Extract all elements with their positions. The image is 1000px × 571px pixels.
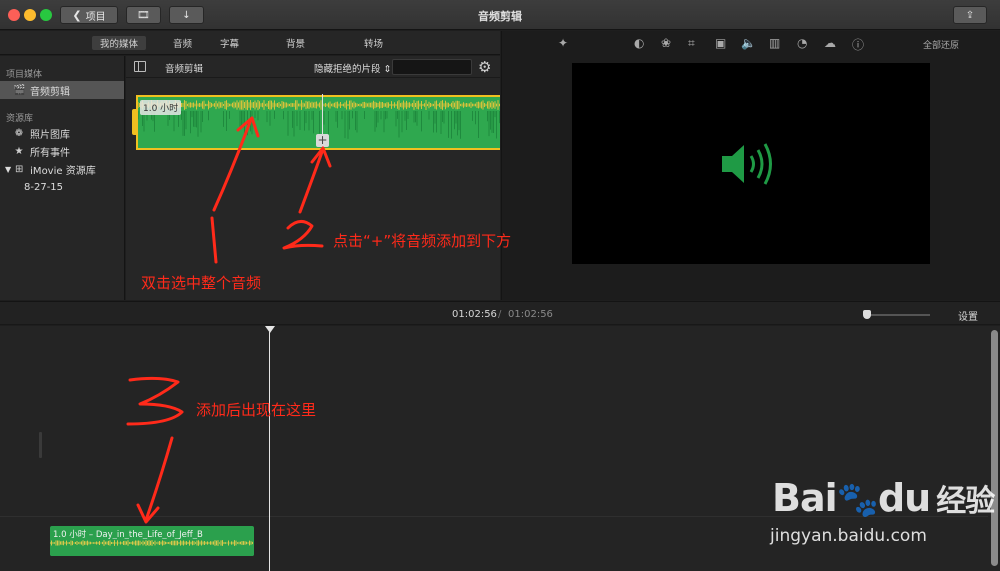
- clapperboard-icon: 🎬: [13, 84, 26, 96]
- sidebar-item-audio-project[interactable]: 🎬 音频剪辑: [0, 81, 124, 99]
- annotation-step-2: 点击“+”将音频添加到下方: [333, 232, 512, 250]
- share-icon: ⇪: [965, 9, 975, 21]
- annotation-step-1: 双击选中整个音频: [141, 274, 262, 292]
- current-timecode: 01:02:56: [452, 309, 497, 320]
- photos-flower-icon: ❁: [14, 127, 24, 139]
- sidebar-item-imovie-library[interactable]: ▼ ⊞ iMovie 资源库: [0, 160, 124, 178]
- tab-audio[interactable]: 音频: [165, 36, 200, 50]
- sidebar-toggle-icon[interactable]: [134, 61, 146, 72]
- watermark-brand: Bai: [772, 476, 838, 520]
- disclosure-triangle-icon[interactable]: ▼: [5, 165, 11, 174]
- watermark-brand-2: du: [877, 476, 931, 520]
- search-input[interactable]: [392, 59, 472, 75]
- speed-icon[interactable]: ◔: [797, 36, 807, 50]
- clip-duration-badge: 1.0 小时: [140, 100, 182, 115]
- clip-trim-handle[interactable]: [132, 109, 138, 135]
- updown-chevron-icon: ⇕: [383, 64, 392, 75]
- equalizer-icon[interactable]: ▥: [769, 36, 780, 50]
- magic-wand-icon[interactable]: ✦: [558, 36, 568, 50]
- timeline-clip-waveform: [50, 539, 254, 556]
- filter-icon[interactable]: ☁: [824, 36, 836, 50]
- filter-dropdown[interactable]: 隐藏拒绝的片段 ⇕: [314, 61, 392, 75]
- sidebar-item-photos[interactable]: ❁ 照片图库: [0, 124, 124, 142]
- annotation-step-3: 添加后出现在这里: [196, 401, 317, 419]
- timeline-audio-clip[interactable]: 1.0 小时 – Day_in_the_Life_of_Jeff_B: [50, 526, 254, 556]
- restore-all-button[interactable]: 全部还原: [923, 38, 959, 51]
- video-preview: [572, 63, 930, 264]
- sidebar-item-label: 照片图库: [30, 129, 70, 141]
- watermark-url: jingyan.baidu.com: [770, 526, 927, 546]
- browser-title: 音频剪辑: [165, 64, 204, 75]
- tab-backgrounds[interactable]: 背景: [278, 36, 313, 50]
- timecode-separator: /: [498, 309, 502, 320]
- speaker-icon: [722, 143, 772, 185]
- tab-my-media[interactable]: 我的媒体: [92, 36, 147, 50]
- section-project-media: 项目媒体: [6, 70, 43, 80]
- baidu-watermark-logo: Bai🐾du 经验: [772, 476, 995, 520]
- browser-tabs: 我的媒体 音频 字幕 背景 转场: [0, 31, 500, 55]
- color-correction-icon[interactable]: ❀: [661, 36, 671, 50]
- watermark-cn: 经验: [936, 484, 995, 519]
- color-balance-icon[interactable]: ◐: [634, 36, 644, 50]
- grid-library-icon: ⊞: [14, 163, 24, 175]
- browser-header: 音频剪辑 隐藏拒绝的片段 ⇕ ⌕ ⚙: [126, 56, 500, 78]
- window-title: 音频剪辑: [478, 10, 522, 23]
- add-to-timeline-button[interactable]: +: [316, 134, 329, 147]
- paw-icon: 🐾: [836, 480, 879, 520]
- filter-label: 隐藏拒绝的片段: [314, 64, 381, 75]
- info-icon[interactable]: ⓘ: [852, 36, 864, 53]
- zoom-slider-track[interactable]: [866, 314, 930, 316]
- vertical-scrollbar[interactable]: [991, 330, 998, 566]
- gear-icon[interactable]: ⚙: [478, 58, 491, 76]
- star-icon: ★: [14, 145, 24, 157]
- sidebar-item-all-events[interactable]: ★ 所有事件: [0, 142, 124, 160]
- section-libraries: 资源库: [6, 114, 34, 124]
- sidebar-item-event-date[interactable]: 8-27-15: [0, 178, 124, 196]
- total-timecode: 01:02:56: [508, 309, 553, 320]
- tab-titles[interactable]: 字幕: [212, 36, 247, 50]
- playhead-line[interactable]: [269, 332, 270, 571]
- sidebar-item-label: iMovie 资源库: [30, 165, 96, 177]
- playhead-handle[interactable]: [265, 326, 275, 333]
- media-browser: 音频剪辑 隐藏拒绝的片段 ⇕ ⌕ ⚙ 1.0 小时 +: [126, 56, 500, 300]
- sidebar-item-label: 8-27-15: [24, 181, 64, 193]
- crop-icon[interactable]: ⌗: [688, 36, 695, 51]
- sidebar-item-label: 所有事件: [30, 147, 70, 159]
- library-sidebar: 项目媒体 🎬 音频剪辑 资源库 ❁ 照片图库 ★ 所有事件 ▼ ⊞ iMovie…: [0, 56, 125, 300]
- tab-transitions[interactable]: 转场: [356, 36, 391, 50]
- timeline-settings-button[interactable]: 设置: [958, 308, 978, 323]
- volume-icon[interactable]: 🔈: [741, 36, 756, 50]
- sidebar-item-label: 音频剪辑: [30, 86, 70, 98]
- timeline-header: 01:02:56 / 01:02:56 设置: [0, 301, 1000, 325]
- stabilization-icon[interactable]: ▣: [715, 36, 726, 50]
- share-button[interactable]: ⇪: [953, 6, 987, 24]
- primary-storyline-marker: [39, 432, 42, 458]
- zoom-slider-knob[interactable]: [863, 310, 871, 319]
- viewer-pane: ✦ ◐ ❀ ⌗ ▣ 🔈 ▥ ◔ ☁ ⓘ 全部还原: [501, 31, 1000, 300]
- title-bar: ❮ 项目 🎞 ↓ 音频剪辑 ⇪: [0, 0, 1000, 30]
